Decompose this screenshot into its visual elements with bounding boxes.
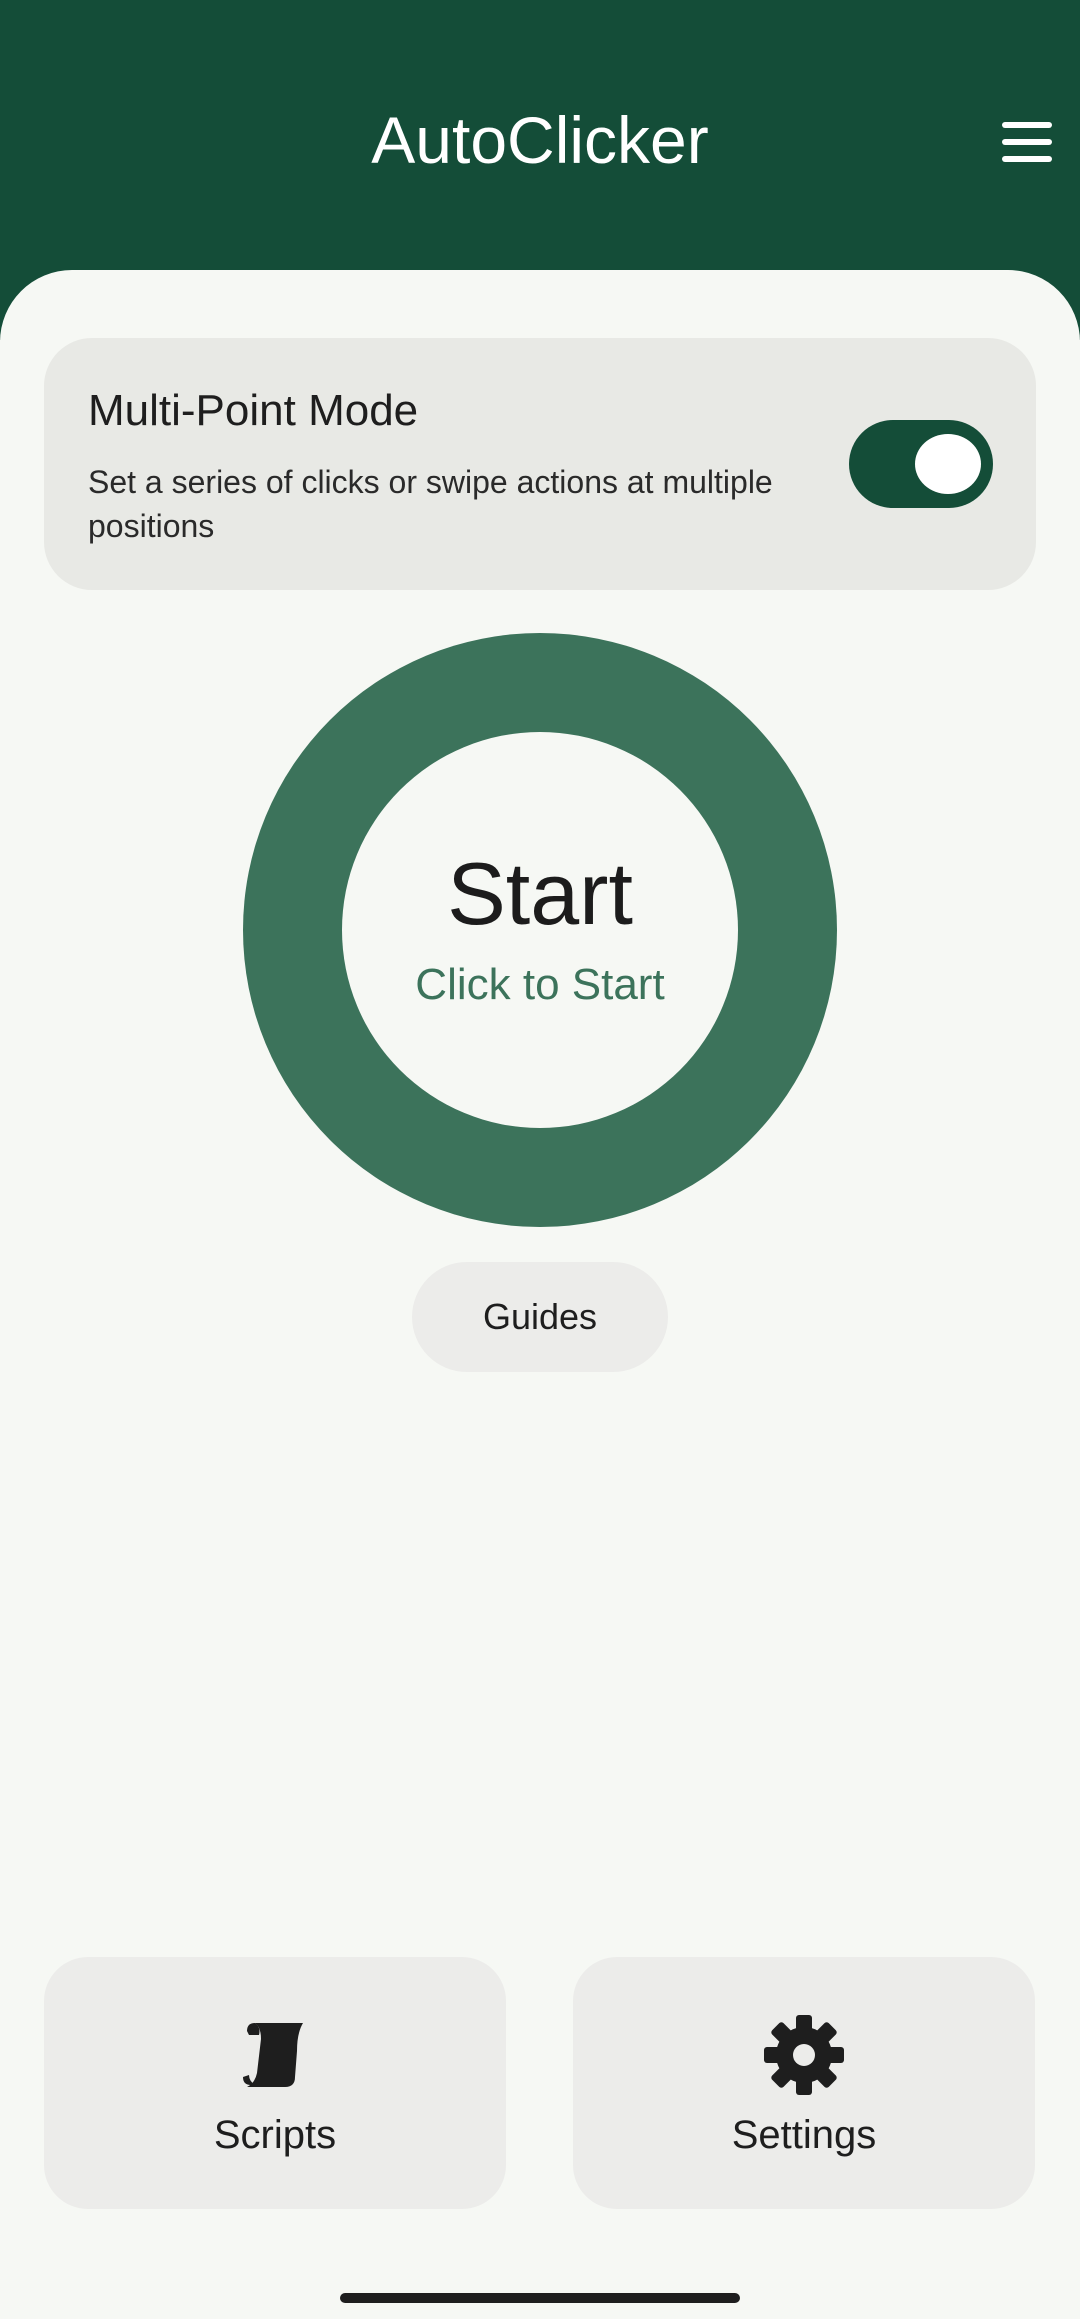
settings-button[interactable]: Settings bbox=[573, 1957, 1035, 2209]
mode-description: Set a series of clicks or swipe actions … bbox=[88, 464, 773, 544]
menu-icon[interactable] bbox=[1002, 122, 1052, 162]
multi-point-mode-card[interactable]: Multi-Point Mode Set a series of clicks … bbox=[44, 338, 1036, 590]
scripts-label: Scripts bbox=[213, 2113, 337, 2157]
scroll-icon bbox=[243, 2023, 303, 2087]
settings-label: Settings bbox=[731, 2113, 877, 2157]
mode-title: Multi-Point Mode bbox=[88, 386, 419, 435]
screen: { "app": { "title": "AutoClicker", "menu… bbox=[0, 0, 1080, 2319]
gear-icon bbox=[764, 2015, 844, 2095]
app-title: AutoClicker bbox=[371, 103, 709, 177]
scripts-button[interactable]: Scripts bbox=[44, 1957, 506, 2209]
start-sublabel: Click to Start bbox=[415, 960, 665, 1009]
toggle-knob bbox=[915, 434, 981, 494]
start-button[interactable]: Start Click to Start bbox=[243, 633, 837, 1227]
start-label: Start bbox=[447, 844, 633, 943]
guides-button[interactable]: Guides bbox=[412, 1262, 668, 1372]
home-indicator[interactable] bbox=[340, 2293, 740, 2303]
start-button-inner: Start Click to Start bbox=[342, 732, 738, 1128]
multi-point-mode-toggle[interactable] bbox=[849, 420, 993, 508]
